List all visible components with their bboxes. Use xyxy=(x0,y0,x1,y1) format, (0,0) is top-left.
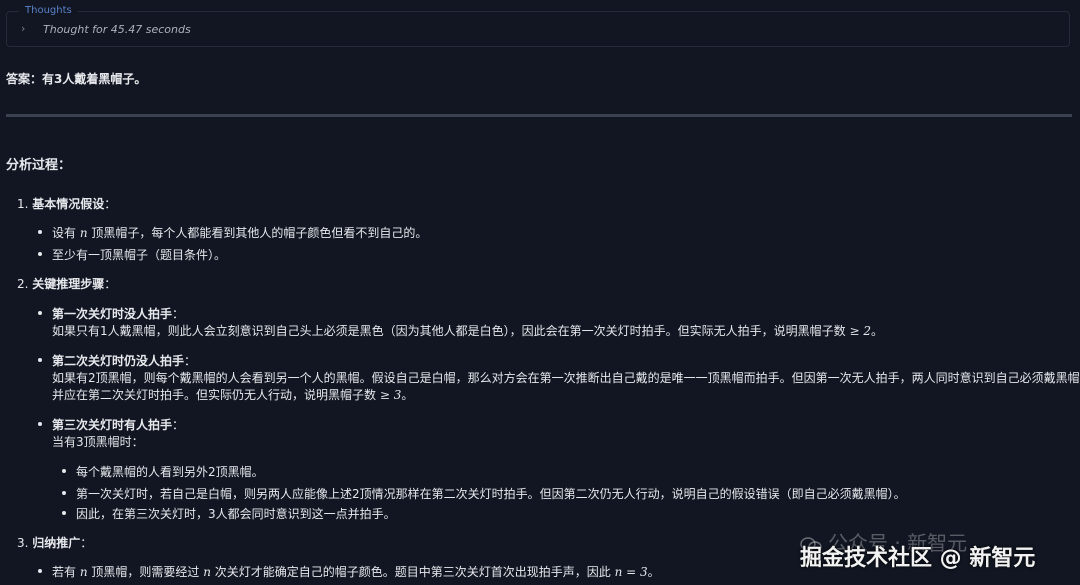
bullet-body: 如果只有1人戴黑帽，则此人会立刻意识到自己头上必须是黑色（因为其他人都是白色），… xyxy=(52,322,883,339)
math-expression: n = 3 xyxy=(614,565,648,579)
bullet-text: 若有 xyxy=(52,565,80,579)
step-colon: ： xyxy=(104,197,117,211)
horizontal-divider xyxy=(6,114,1072,117)
bullet-body-line: 如果有2顶黑帽，则每个戴黑帽的人会看到另一个人的黑帽。假设自己是白帽，那么对方会… xyxy=(52,371,1080,385)
bullet-text: 。 xyxy=(647,565,660,579)
step-colon: ： xyxy=(80,536,93,550)
chat-response-page: Thoughts › Thought for 45.47 seconds 答案：… xyxy=(0,0,1080,585)
bullet-colon: ： xyxy=(184,354,197,368)
bullet-heading: 第二次关灯时仍没人拍手 xyxy=(52,354,185,368)
step-heading: 1. 基本情况假设： xyxy=(17,195,116,212)
bullet-text: 。 xyxy=(870,324,883,338)
bullet-text: 设有 xyxy=(52,226,80,240)
thoughts-summary: Thought for 45.47 seconds xyxy=(43,23,191,36)
bullet-text: 次关灯才能确定自己的帽子颜色。题目中第三次关灯首次出现拍手声，因此 xyxy=(210,565,615,579)
math-variable: n xyxy=(79,226,88,240)
bullet-text: 顶黑帽子，每个人都能看到其他人的帽子颜色但看不到自己的。 xyxy=(87,226,428,240)
math-variable: n xyxy=(79,565,88,579)
analysis-title: 分析过程： xyxy=(6,158,72,173)
watermark-juejin: 掘金技术社区 @ 新智元 xyxy=(800,546,1036,571)
bullet-colon: ： xyxy=(172,307,185,321)
bullet-body-line: 并应在第二次关灯时拍手。但实际仍无人行动，说明黑帽子数 ≥ 3。 xyxy=(52,386,413,403)
list-item: 若有 n 顶黑帽，则需要经过 n 次关灯才能确定自己的帽子颜色。题目中第三次关灯… xyxy=(38,563,660,580)
bullet-text: 并应在第二次关灯时拍手。但实际仍无人行动，说明黑帽子数 xyxy=(52,388,380,402)
bullet-text: 顶黑帽，则需要经过 xyxy=(87,565,204,579)
math-expression: ≥ 3 xyxy=(379,388,402,402)
step-number: 3. xyxy=(17,536,29,550)
bullet-colon: ： xyxy=(172,418,185,432)
step-heading: 3. 归纳推广： xyxy=(17,534,92,551)
math-expression: ≥ 2 xyxy=(849,324,871,338)
thoughts-legend: Thoughts xyxy=(19,5,78,17)
sub-list-item: 每个戴黑帽的人看到另外2顶黑帽。 xyxy=(62,465,264,479)
step-colon: ： xyxy=(104,277,117,291)
bullet-body-line: 当有3顶黑帽时： xyxy=(52,435,144,449)
list-item: 第三次关灯时有人拍手： xyxy=(37,416,185,433)
chevron-right-icon[interactable]: › xyxy=(21,22,25,35)
bullet-heading: 第一次关灯时没人拍手 xyxy=(52,307,173,321)
sub-list-item: 第一次关灯时，若自己是白帽，则另两人应能像上述2顶情况那样在第二次关灯时拍手。但… xyxy=(62,487,906,501)
thoughts-panel[interactable]: Thoughts › Thought for 45.47 seconds xyxy=(6,5,1070,47)
bullet-text: 。 xyxy=(401,388,414,402)
step-title: 基本情况假设 xyxy=(32,197,105,211)
step-number: 2. xyxy=(17,277,29,291)
sub-list-item: 因此，在第三次关灯时，3人都会同时意识到这一点并拍手。 xyxy=(62,507,396,521)
bullet-heading: 第三次关灯时有人拍手 xyxy=(52,418,173,432)
step-title: 归纳推广 xyxy=(32,536,81,550)
step-number: 1. xyxy=(17,197,29,211)
list-item: 设有 n 顶黑帽子，每个人都能看到其他人的帽子颜色但看不到自己的。 xyxy=(37,224,428,241)
answer-text: 答案：有3人戴着黑帽子。 xyxy=(6,72,147,86)
list-item: 第一次关灯时没人拍手： xyxy=(37,305,185,322)
step-heading: 2. 关键推理步骤： xyxy=(17,275,116,292)
math-variable: n xyxy=(203,565,211,579)
step-title: 关键推理步骤 xyxy=(32,277,105,291)
list-item: 第二次关灯时仍没人拍手： xyxy=(37,352,197,369)
bullet-text: 至少有一顶黑帽子（题目条件）。 xyxy=(52,248,227,262)
bullet-text: 如果只有1人戴黑帽，则此人会立刻意识到自己头上必须是黑色（因为其他人都是白色），… xyxy=(52,324,850,338)
list-item: 至少有一顶黑帽子（题目条件）。 xyxy=(37,246,227,263)
